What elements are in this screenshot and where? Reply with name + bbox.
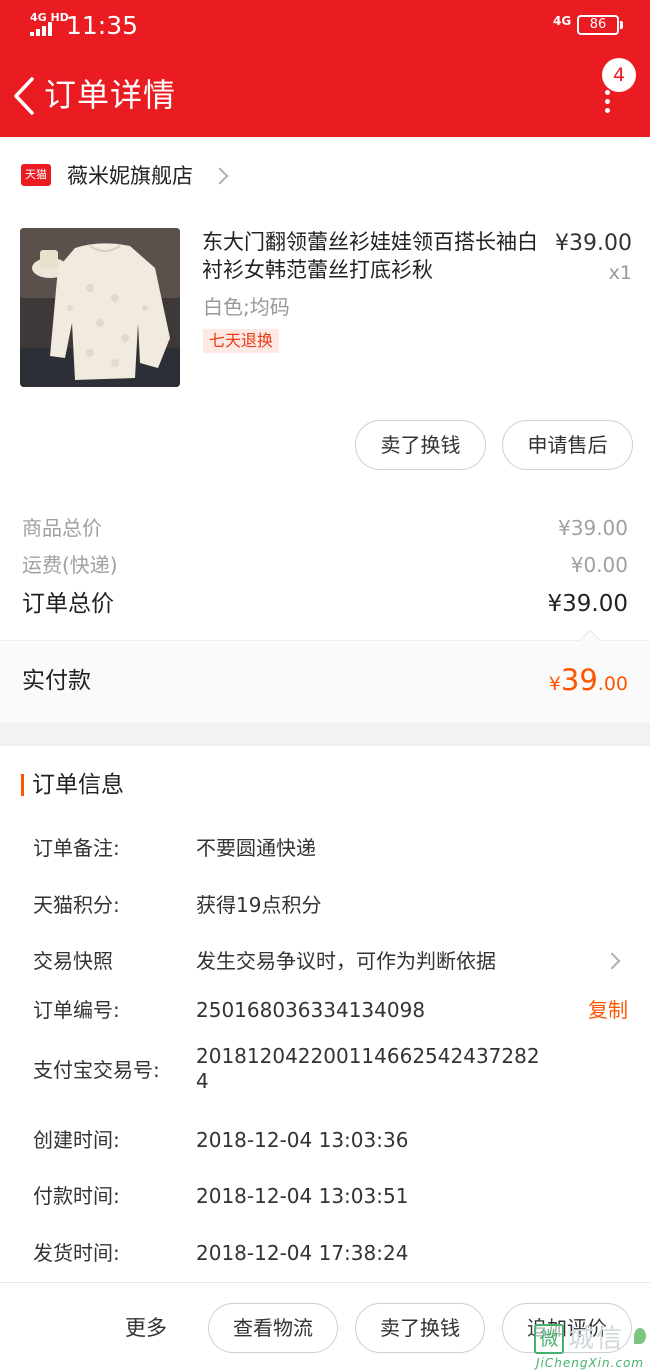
shipped-time-label: 发货时间: [33,1241,120,1265]
snapshot-value: 发生交易争议时，可作为判断依据 [196,949,496,973]
order-number-label: 订单编号: [33,998,120,1022]
notification-badge: 4 [602,58,636,92]
shipping-label: 运费(快递) [22,553,118,577]
app-header: 4G HD 11:35 4G 86 订单详情 4 [0,0,650,137]
points-value: 获得19点积分 [196,893,322,917]
battery-icon: 86 [577,15,623,35]
alipay-value-line1: 20181204220011466254243728​2 [196,1044,540,1068]
order-total-label: 订单总价 [22,591,114,617]
shop-row[interactable]: 天猫 薇米妮旗舰店 [0,137,650,215]
status-bar: 4G HD 11:35 4G 86 [0,0,650,52]
paid-integer: 39 [560,663,598,697]
leaf-icon [634,1328,646,1344]
actual-payment-value: ¥39.00 [549,661,628,699]
sell-button[interactable]: 卖了换钱 [355,420,486,470]
page-title: 订单详情 [44,76,177,114]
return-policy-badge: 七天退换 [203,329,280,353]
back-button[interactable] [10,76,40,116]
clock: 11:35 [66,11,139,40]
remark-label: 订单备注: [33,836,120,860]
paid-decimal: .00 [597,673,628,695]
view-logistics-button[interactable]: 查看物流 [208,1303,338,1353]
snapshot-label: 交易快照 [33,949,113,973]
watermark-cn: 城信 [568,1324,625,1354]
created-time-value: 2018-12-04 13:03:36 [196,1128,409,1152]
created-time-label: 创建时间: [33,1128,120,1152]
chevron-right-icon [211,167,229,185]
network-right-label: 4G [553,14,572,28]
paid-time-value: 2018-12-04 13:03:51 [196,1184,409,1208]
alipay-value-line2: 4 [196,1069,209,1093]
actual-payment-label: 实付款 [22,668,91,694]
order-card: 天猫 薇米妮旗舰店 东大门翻领蕾丝衫娃娃领百搭长袖白衬衫女韩范蕾丝打底衫秋 ¥3… [0,137,650,723]
notch-decoration [578,629,602,653]
section-accent-bar [21,774,24,796]
order-number-value: 250168036334134098 [196,998,426,1022]
product-price: ¥39.00 [555,231,632,256]
shipping-value: ¥0.00 [570,553,628,577]
product-image [20,228,180,387]
after-sale-button[interactable]: 申请售后 [502,420,633,470]
order-info-title: 订单信息 [32,772,124,798]
sell-again-button[interactable]: 卖了换钱 [355,1303,485,1353]
actual-payment-row: 实付款 ¥39.00 [0,629,650,723]
goods-total-label: 商品总价 [22,516,102,540]
battery-level: 86 [589,17,607,32]
goods-total-value: ¥39.00 [558,516,628,540]
remark-value: 不要圆通快递 [196,836,316,860]
chevron-right-icon [603,952,621,970]
order-info-section: 订单信息 订单备注: 不要圆通快递 天猫积分: 获得19点积分 交易快照 发生交… [0,746,650,1282]
shipped-time-value: 2018-12-04 17:38:24 [196,1241,409,1265]
product-quantity: x1 [608,262,632,284]
watermark-en: JiChengXin.com [536,1356,645,1370]
snapshot-row[interactable]: 交易快照 发生交易争议时，可作为判断依据 [0,946,650,978]
paid-currency: ¥ [548,673,561,695]
product-title[interactable]: 东大门翻领蕾丝衫娃娃领百搭长袖白衬衫女韩范蕾丝打底衫秋 [202,228,538,284]
copy-order-number-link[interactable]: 复制 [588,995,628,1025]
paid-time-label: 付款时间: [33,1184,120,1208]
product-sku: 白色;均码 [203,295,290,319]
order-total-value: ¥39.00 [547,591,628,617]
site-watermark: 微 城信 JiChengXin.com [534,1322,650,1372]
vertical-dots-icon [605,90,611,113]
more-actions-button[interactable]: 更多 [125,1313,167,1343]
chevron-left-icon [14,77,34,115]
more-menu-button[interactable]: 4 [590,54,640,114]
watermark-logo-icon: 微 [534,1324,564,1354]
alipay-label: 支付宝交易号: [33,1058,160,1082]
points-label: 天猫积分: [33,893,120,917]
shop-name: 薇米妮旗舰店 [67,164,193,188]
signal-bars-icon [30,22,56,36]
product-item[interactable]: 东大门翻领蕾丝衫娃娃领百搭长袖白衬衫女韩范蕾丝打底衫秋 ¥39.00 x1 白色… [0,225,650,390]
tmall-logo: 天猫 [21,164,51,186]
